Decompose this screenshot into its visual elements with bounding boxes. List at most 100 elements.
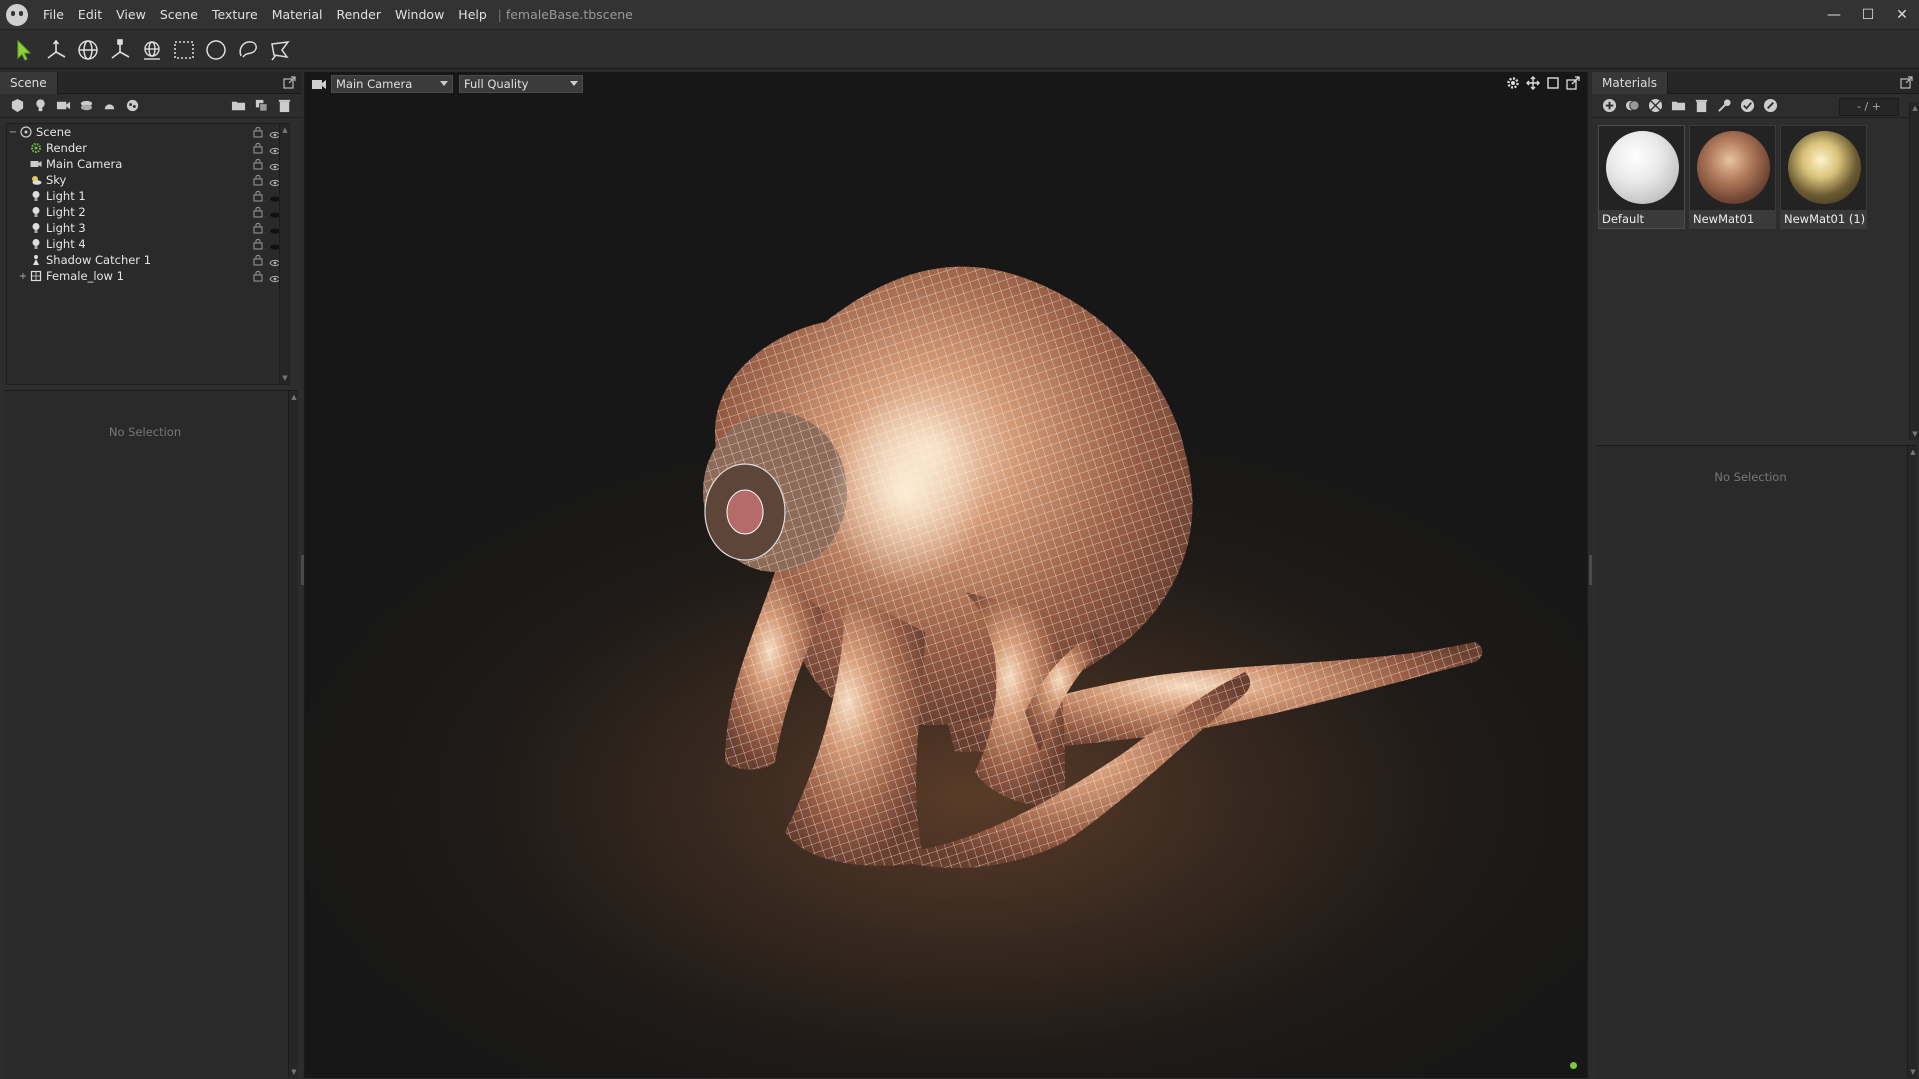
lock-icon[interactable] [253,126,263,138]
tree-item-main-camera[interactable]: Main Camera [7,156,289,172]
paint-tool-icon[interactable] [136,34,168,66]
add-light-icon[interactable] [29,95,52,117]
menu-scene[interactable]: Scene [153,0,205,30]
popout-icon[interactable] [1900,76,1913,89]
camera-select[interactable]: Main Camera [331,75,453,93]
menu-material[interactable]: Material [265,0,330,30]
maximize-button[interactable]: ☐ [1851,0,1885,30]
scene-toolbar [0,94,302,118]
tree-item-light-4[interactable]: Light 4 [7,236,289,252]
popout-icon[interactable] [1565,75,1581,91]
materials-panel: Materials - / + Default NewMat01 NewMat0… [1592,71,1919,1078]
tree-item-label: Light 1 [46,189,86,203]
tree-scrollbar[interactable]: ▲ ▼ [279,124,289,384]
add-fog-icon[interactable] [121,95,144,117]
document-title: femaleBase.tbscene [505,7,633,22]
trash-icon[interactable] [273,95,296,117]
shadow-catcher-icon [29,253,43,267]
sky-icon [29,173,43,187]
lock-icon[interactable] [253,174,263,186]
tree-item-sky[interactable]: Sky [7,172,289,188]
tree-item-female-low-1[interactable]: + Female_low 1 [7,268,289,284]
title-bar: File Edit View Scene Texture Material Re… [0,0,1919,30]
lock-icon[interactable] [253,190,263,202]
scene-tabbar: Scene [0,71,302,94]
polygon-select-icon[interactable] [264,34,296,66]
3d-viewport[interactable]: Main Camera Full Quality [304,72,1588,1078]
add-mesh-icon[interactable] [6,95,29,117]
materials-scrollbar[interactable]: ▲ ▼ [1909,102,1919,440]
light-bulb-icon [29,189,43,203]
tree-item-light-2[interactable]: Light 2 [7,204,289,220]
close-button[interactable]: ✕ [1885,0,1919,30]
lock-icon[interactable] [253,254,263,266]
viewport-camera-icon [312,80,326,89]
circle-select-icon[interactable] [200,34,232,66]
tree-item-light-1[interactable]: Light 1 [7,188,289,204]
menu-file[interactable]: File [36,0,71,30]
minimize-button[interactable]: — [1817,0,1851,30]
menu-edit[interactable]: Edit [71,0,109,30]
quality-select-value: Full Quality [464,77,529,91]
tree-item-label: Scene [36,125,72,139]
menu-view[interactable]: View [109,0,153,30]
settings-gear-icon[interactable] [1505,75,1521,91]
scene-tree: − Scene Render Main Camera Sky Light 1 Light 2… [6,123,290,385]
tree-item-label: Main Camera [46,157,123,171]
rect-select-icon[interactable] [168,34,200,66]
lasso-select-icon[interactable] [232,34,264,66]
lock-icon[interactable] [253,270,263,282]
add-group-icon[interactable] [75,95,98,117]
camera-select-value: Main Camera [336,77,413,91]
lock-icon[interactable] [253,238,263,250]
menu-bar: File Edit View Scene Texture Material Re… [36,0,633,30]
tree-item-label: Light 2 [46,205,86,219]
add-camera-icon[interactable] [52,95,75,117]
mesh-icon [29,269,43,283]
duplicate-icon[interactable] [250,95,273,117]
tree-item-label: Light 4 [46,237,86,251]
tree-item-label: Sky [46,173,67,187]
left-splitter[interactable] [301,555,304,585]
no-selection-label: No Selection [1714,470,1787,484]
lock-icon[interactable] [253,222,263,234]
scene-panel: Scene − Scene Render Main Camera Sky Light 1 L… [0,71,302,1078]
tree-item-shadow-catcher-1[interactable]: Shadow Catcher 1 [7,252,289,268]
viewport-right-icons [1505,75,1581,91]
lock-icon[interactable] [253,142,263,154]
menu-help[interactable]: Help [451,0,494,30]
expand-icon[interactable]: + [17,271,29,282]
creature-wireframe-model [703,266,1483,868]
properties-scrollbar[interactable]: ▲ ▼ [288,391,298,1078]
scale-tool-icon[interactable] [104,34,136,66]
light-bulb-icon [29,237,43,251]
status-indicator [1570,1062,1577,1069]
menu-texture[interactable]: Texture [205,0,265,30]
move-tool-icon[interactable] [40,34,72,66]
tab-scene[interactable]: Scene [0,71,58,94]
lock-icon[interactable] [253,158,263,170]
tree-item-label: Light 3 [46,221,86,235]
tree-item-scene[interactable]: − Scene [7,124,289,140]
scene-properties: No Selection ▲ ▼ [4,390,298,1078]
properties-scrollbar[interactable]: ▲ ▼ [1907,446,1917,1078]
menu-window[interactable]: Window [388,0,451,30]
tree-item-light-3[interactable]: Light 3 [7,220,289,236]
quality-select[interactable]: Full Quality [459,75,583,93]
select-tool-icon[interactable] [8,34,40,66]
camera-icon [29,157,43,171]
chevron-down-icon [440,81,448,86]
rotate-tool-icon[interactable] [72,34,104,66]
collapse-icon[interactable]: − [7,127,19,138]
menu-render[interactable]: Render [329,0,388,30]
maximize-view-icon[interactable] [1545,75,1561,91]
tree-item-render[interactable]: Render [7,140,289,156]
no-selection-label: No Selection [108,425,182,439]
folder-icon[interactable] [227,95,250,117]
move-view-icon[interactable] [1525,75,1541,91]
popout-icon[interactable] [283,76,296,89]
add-shadow-catcher-icon[interactable] [98,95,121,117]
lock-icon[interactable] [253,206,263,218]
main-toolbar [0,31,1919,69]
tab-materials[interactable]: Materials [1592,71,1669,94]
